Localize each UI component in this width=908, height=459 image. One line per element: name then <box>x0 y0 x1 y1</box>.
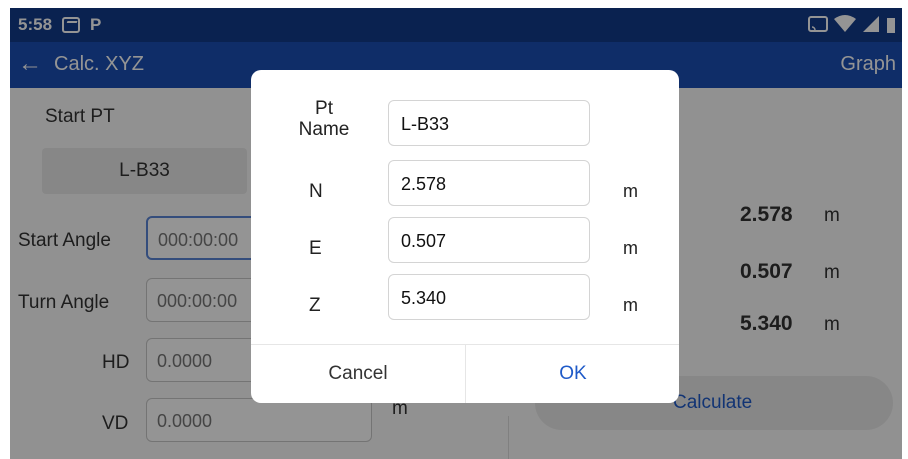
point-dialog: Pt Name L-B33 N 2.578 m E 0.507 m Z 5.34… <box>251 70 679 403</box>
e-unit: m <box>623 238 638 258</box>
ok-button[interactable]: OK <box>466 345 679 403</box>
n-unit: m <box>623 181 638 201</box>
z-unit: m <box>623 295 638 315</box>
pt-name-label: Pt Name <box>289 98 359 140</box>
pt-name-label-line1: Pt <box>315 98 333 119</box>
cancel-button[interactable]: Cancel <box>251 345 465 403</box>
n-input[interactable]: 2.578 <box>388 160 590 206</box>
z-input[interactable]: 5.340 <box>388 274 590 320</box>
e-label: E <box>309 238 322 259</box>
z-label: Z <box>309 295 321 316</box>
pt-name-label-line2: Name <box>298 119 350 140</box>
e-input[interactable]: 0.507 <box>388 217 590 263</box>
app-screen: 5:58 P ← Calc. XYZ Graph Start PT L-B33 … <box>10 8 902 459</box>
pt-name-input[interactable]: L-B33 <box>388 100 590 146</box>
n-label: N <box>309 181 323 202</box>
